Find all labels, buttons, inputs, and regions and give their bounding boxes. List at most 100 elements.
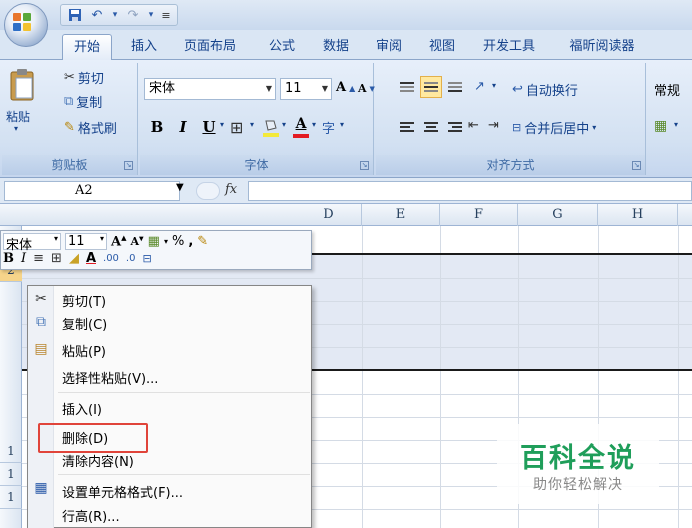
mini-merge-icon[interactable]: ⊟ [142, 252, 151, 265]
mini-shrink-font-icon[interactable]: A▼ [130, 235, 143, 248]
menu-item-paste[interactable]: 粘贴(P) [62, 341, 106, 360]
orientation-icon[interactable]: ↗ [474, 79, 485, 94]
mini-format-painter-icon[interactable]: ✎ [197, 234, 208, 249]
column-header-d[interactable]: D [296, 204, 362, 226]
phonetic-dropdown-icon[interactable]: ▾ [340, 120, 344, 129]
alignment-launcher-icon[interactable]: ↘ [632, 161, 641, 170]
menu-item-insert[interactable]: 插入(I) [62, 399, 102, 418]
number-format-combo[interactable]: 常规 [654, 80, 680, 99]
tab-developer[interactable]: 开发工具 [474, 34, 544, 60]
paste-dropdown-icon[interactable]: ▾ [14, 124, 18, 133]
paste-button[interactable]: 粘贴 [6, 108, 30, 125]
align-right-icon[interactable] [444, 116, 466, 138]
mini-font-name[interactable]: 宋体 ▾ [3, 233, 61, 253]
redo-icon[interactable]: ↷ [125, 7, 141, 23]
decrease-decimal-icon[interactable]: .0 [126, 253, 136, 264]
grid-line [22, 278, 692, 279]
save-icon[interactable] [67, 7, 83, 23]
phonetic-icon[interactable]: 字 [322, 118, 335, 137]
middle-align-icon[interactable] [420, 76, 442, 98]
border-icon[interactable]: ⊞ [230, 118, 243, 137]
tab-insert[interactable]: 插入 [124, 34, 164, 60]
chevron-down-icon: ▼ [321, 84, 328, 93]
menu-item-row-height[interactable]: 行高(R)... [62, 506, 120, 525]
align-center-icon[interactable] [420, 116, 442, 138]
fill-color-icon[interactable] [262, 118, 280, 138]
menu-item-copy[interactable]: 复制(C) [62, 314, 107, 333]
tab-review[interactable]: 审阅 [369, 34, 409, 60]
undo-dropdown-icon[interactable]: ▾ [111, 7, 119, 23]
customize-qat-icon[interactable]: ≡ [161, 7, 171, 23]
insert-function-icon[interactable]: fx [225, 182, 237, 197]
scissors-icon: ✂ [35, 291, 47, 307]
accounting-dropdown-icon[interactable]: ▾ [674, 120, 678, 129]
menu-item-format-cells[interactable]: 设置单元格格式(F)... [62, 482, 183, 501]
increase-indent-icon[interactable]: ⇥ [488, 118, 499, 133]
name-box-dropdown-icon[interactable]: ▼ [176, 182, 184, 193]
mini-border-icon[interactable]: ⊞ [51, 251, 62, 266]
tab-view[interactable]: 视图 [422, 34, 462, 60]
mini-fill-color-icon[interactable]: ◢ [69, 251, 79, 266]
mini-accounting-icon[interactable]: ▦ [148, 234, 160, 249]
tab-foxit-reader[interactable]: 福昕阅读器 [560, 34, 644, 60]
orientation-dropdown-icon[interactable]: ▾ [492, 81, 496, 90]
tab-formulas[interactable]: 公式 [262, 34, 302, 60]
column-header-f[interactable]: F [440, 204, 518, 226]
mini-italic-icon[interactable]: I [21, 251, 26, 266]
column-header-e[interactable]: E [362, 204, 440, 226]
mini-center-icon[interactable]: ≡ [33, 251, 44, 266]
tab-page-layout[interactable]: 页面布局 [176, 34, 244, 60]
wrap-text-button[interactable]: ↩ 自动换行 [512, 80, 578, 99]
font-color-icon[interactable]: A [292, 116, 310, 138]
formula-input[interactable] [248, 181, 692, 201]
top-align-icon[interactable] [396, 76, 418, 98]
menu-item-clear-contents[interactable]: 清除内容(N) [62, 451, 134, 470]
wrap-text-label: 自动换行 [525, 84, 578, 99]
paste-icon[interactable] [8, 68, 38, 104]
percent-button[interactable]: % [172, 234, 184, 249]
bottom-align-icon[interactable] [444, 76, 466, 98]
bold-button[interactable]: B [146, 116, 168, 138]
grow-font-icon[interactable]: A ▲ [336, 80, 355, 95]
copy-button[interactable]: ⧉ 复制 [64, 92, 102, 111]
tab-data[interactable]: 数据 [316, 34, 356, 60]
mini-font-color-icon[interactable]: A [86, 251, 96, 266]
undo-icon[interactable]: ↶ [89, 7, 105, 23]
formula-bar-toggle[interactable] [196, 182, 220, 200]
tab-home[interactable]: 开始 [62, 34, 112, 60]
clipboard-launcher-icon[interactable]: ↘ [124, 161, 133, 170]
fill-color-dropdown-icon[interactable]: ▾ [282, 120, 286, 129]
row-header[interactable]: 1 [0, 463, 22, 486]
mini-font-size[interactable]: 11 ▾ [65, 233, 107, 250]
border-dropdown-icon[interactable]: ▾ [250, 120, 254, 129]
font-name-combo[interactable]: 宋体 ▼ [144, 78, 276, 100]
menu-item-paste-special[interactable]: 选择性粘贴(V)... [62, 368, 158, 387]
underline-button[interactable]: U [198, 116, 220, 138]
brush-icon: ✎ [64, 120, 75, 135]
format-painter-button[interactable]: ✎ 格式刷 [64, 118, 117, 137]
cut-button[interactable]: ✂ 剪切 [64, 68, 104, 87]
italic-button[interactable]: I [172, 116, 194, 138]
merge-center-button[interactable]: ⊟ 合并后居中 ▾ [512, 118, 596, 137]
font-color-dropdown-icon[interactable]: ▾ [312, 120, 316, 129]
shrink-font-icon[interactable]: A ▼ [358, 82, 375, 95]
font-size-combo[interactable]: 11 ▼ [280, 78, 332, 100]
name-box[interactable]: A2 [4, 181, 180, 201]
mini-accounting-dropdown-icon[interactable]: ▾ [164, 237, 168, 246]
column-header-g[interactable]: G [518, 204, 598, 226]
accounting-format-icon[interactable]: ▦ [654, 118, 667, 134]
scissors-icon: ✂ [64, 70, 75, 85]
font-launcher-icon[interactable]: ↘ [360, 161, 369, 170]
row-header[interactable]: 1 [0, 486, 22, 509]
mini-grow-font-icon[interactable]: A▲ [111, 233, 126, 249]
decrease-indent-icon[interactable]: ⇤ [468, 118, 479, 133]
redo-dropdown-icon[interactable]: ▾ [147, 7, 155, 23]
mini-bold-icon[interactable]: B [3, 251, 14, 266]
menu-item-cut[interactable]: 剪切(T) [62, 291, 106, 310]
column-header-h[interactable]: H [598, 204, 678, 226]
underline-dropdown-icon[interactable]: ▾ [220, 120, 224, 129]
increase-decimal-icon[interactable]: .00 [103, 253, 119, 264]
row-header[interactable]: 1 [0, 440, 22, 463]
align-left-icon[interactable] [396, 116, 418, 138]
comma-button[interactable]: , [188, 234, 193, 249]
